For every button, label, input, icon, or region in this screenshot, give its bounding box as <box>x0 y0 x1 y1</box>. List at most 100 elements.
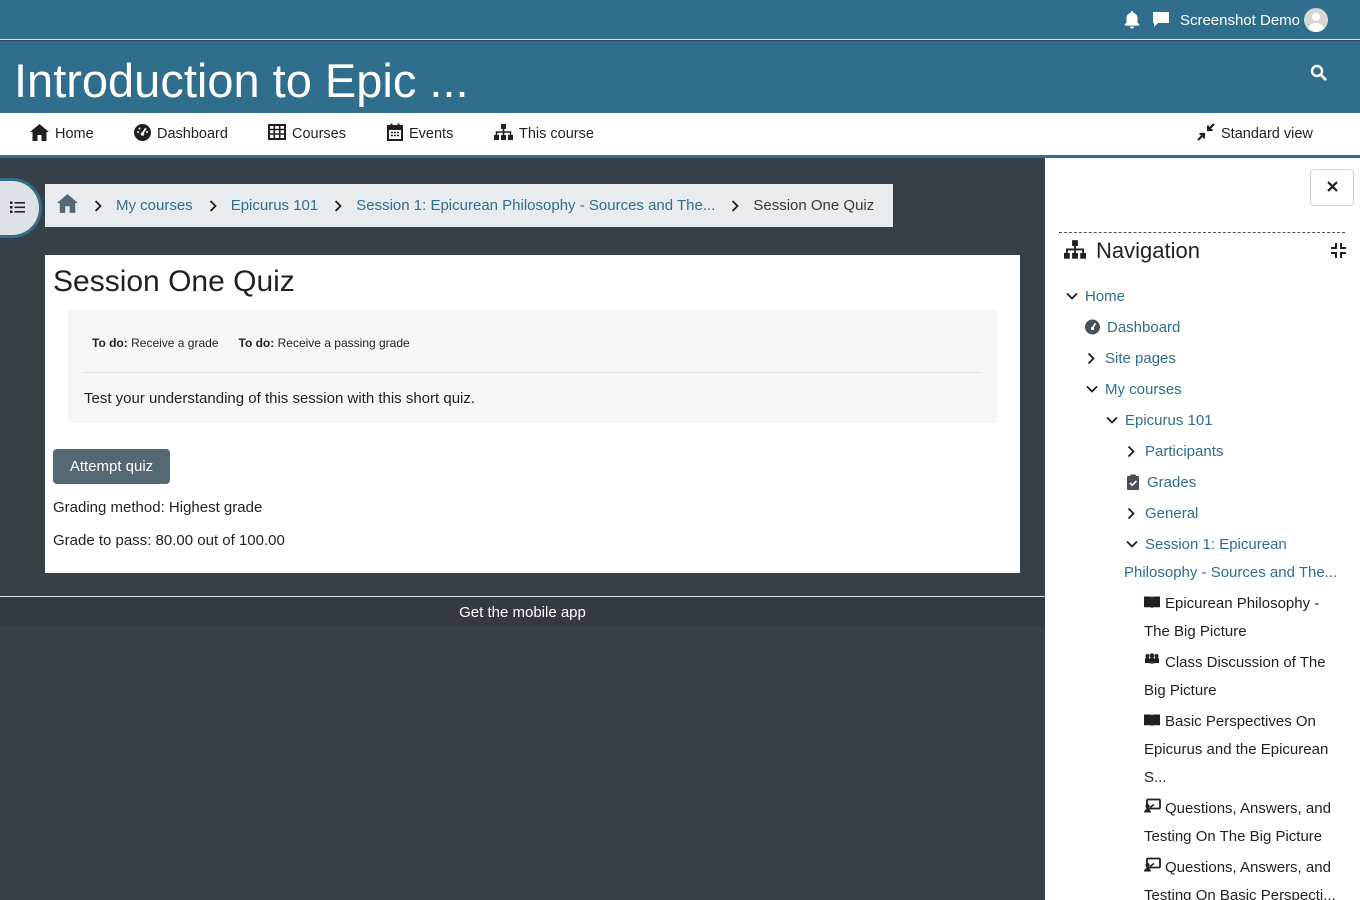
standard-view-label: Standard view <box>1221 126 1313 142</box>
tree-general[interactable]: General <box>1126 500 1198 528</box>
tree-activity-basic-perspectives-line3[interactable]: S... <box>1144 764 1167 792</box>
chevron-right-icon <box>209 199 217 212</box>
nav-courses[interactable]: Courses <box>268 113 346 155</box>
tree-site-pages[interactable]: Site pages <box>1086 345 1176 373</box>
messages-icon[interactable] <box>1152 11 1170 29</box>
chevron-down-icon <box>1086 376 1098 414</box>
page-title: Session One Quiz <box>53 265 295 298</box>
todo-label: To do: <box>238 336 275 350</box>
chevron-right-icon <box>94 199 102 212</box>
tree-epicurus-101[interactable]: Epicurus 101 <box>1106 407 1213 435</box>
breadcrumb-current: Session One Quiz <box>753 197 875 214</box>
tree-activity-qa-basic-perspectives-line2[interactable]: Testing On Basic Perspecti... <box>1144 882 1336 900</box>
block-divider <box>1059 232 1345 233</box>
tree-grades[interactable]: Grades <box>1126 469 1196 497</box>
collapse-block-icon[interactable] <box>1331 243 1346 263</box>
todo-text: Receive a grade <box>131 336 219 350</box>
search-icon[interactable] <box>1310 64 1327 86</box>
tree-activity-basic-perspectives-line2[interactable]: Epicurus and the Epicurean <box>1144 736 1328 764</box>
tree-dashboard[interactable]: Dashboard <box>1085 314 1180 342</box>
tree-home-label: Home <box>1085 288 1126 305</box>
nav-home[interactable]: Home <box>30 113 94 155</box>
tree-activity-qa-big-picture[interactable]: Questions, Answers, and <box>1144 795 1331 823</box>
tree-site-pages-label: Site pages <box>1105 350 1176 367</box>
chevron-down-icon <box>1066 283 1078 321</box>
compress-icon <box>1197 123 1221 145</box>
tree-session-1-label: Session 1: Epicurean <box>1145 536 1287 553</box>
tree-activity-class-discussion[interactable]: Class Discussion of The <box>1144 649 1326 677</box>
breadcrumb-section[interactable]: Session 1: Epicurean Philosophy - Source… <box>356 197 715 214</box>
tree-activity-label: Class Discussion of The <box>1165 654 1326 671</box>
breadcrumb: My courses Epicurus 101 Session 1: Epicu… <box>45 184 893 227</box>
course-index-toggle[interactable] <box>0 178 42 238</box>
tree-activity-label-cont: Big Picture <box>1144 682 1217 699</box>
tree-activity-label: Questions, Answers, and <box>1165 800 1331 817</box>
tree-my-courses[interactable]: My courses <box>1086 376 1182 404</box>
tree-activity-label-cont: Testing On Basic Perspecti... <box>1144 887 1336 900</box>
sitemap-icon <box>1064 240 1086 265</box>
navigation-block-title: Navigation <box>1096 238 1200 263</box>
sitemap-icon <box>494 123 519 145</box>
user-menu-area: Screenshot Demo <box>1124 0 1328 40</box>
todo-text: Receive a passing grade <box>277 336 410 350</box>
tree-activity-big-picture[interactable]: Epicurean Philosophy - <box>1144 590 1319 618</box>
tree-activity-qa-big-picture-line2[interactable]: Testing On The Big Picture <box>1144 823 1322 851</box>
tree-activity-label-cont: The Big Picture <box>1144 623 1247 640</box>
activity-info-panel: To do: Receive a grade To do: Receive a … <box>68 310 997 423</box>
nav-this-course[interactable]: This course <box>494 113 594 155</box>
grade-to-pass: Grade to pass: 80.00 out of 100.00 <box>53 532 285 549</box>
tree-dashboard-label: Dashboard <box>1107 319 1181 336</box>
divider <box>84 372 981 373</box>
nav-events[interactable]: Events <box>387 113 453 155</box>
tree-activity-label: Questions, Answers, and <box>1165 859 1331 876</box>
calendar-icon <box>387 123 409 145</box>
home-icon <box>30 123 55 145</box>
tree-grades-label: Grades <box>1147 474 1197 491</box>
attempt-quiz-button[interactable]: Attempt quiz <box>53 449 170 484</box>
tree-session-1-label-cont: Philosophy - Sources and The... <box>1124 564 1338 581</box>
notification-bell-icon[interactable] <box>1124 11 1140 29</box>
todo-label: To do: <box>92 336 128 350</box>
tree-session-1[interactable]: Session 1: Epicurean <box>1126 531 1287 559</box>
chevron-right-icon <box>334 199 343 212</box>
user-name[interactable]: Screenshot Demo <box>1180 12 1300 29</box>
courses-table-icon <box>268 124 292 144</box>
activity-description: Test your understanding of this session … <box>84 390 476 407</box>
nav-events-label: Events <box>409 126 454 142</box>
page-header: Introduction to Epic ... <box>0 41 1360 113</box>
nav-home-label: Home <box>55 126 94 142</box>
tree-session-1-line2[interactable]: Philosophy - Sources and The... <box>1124 559 1337 587</box>
tree-general-label: General <box>1145 505 1199 522</box>
tree-participants-label: Participants <box>1145 443 1224 460</box>
tree-activity-qa-basic-perspectives[interactable]: Questions, Answers, and <box>1144 854 1331 882</box>
top-bar: Screenshot Demo <box>0 0 1360 40</box>
nav-this-course-label: This course <box>519 126 594 142</box>
block-drawer: Navigation Home Dashboard Site pages My … <box>1045 158 1360 900</box>
completion-requirements: To do: Receive a grade To do: Receive a … <box>92 336 430 350</box>
chevron-down-icon <box>1106 407 1118 445</box>
breadcrumb-my-courses[interactable]: My courses <box>116 197 193 214</box>
tree-participants[interactable]: Participants <box>1126 438 1223 466</box>
tree-my-courses-label: My courses <box>1105 381 1182 398</box>
footer: Get the mobile app <box>0 597 1045 627</box>
breadcrumb-home-icon[interactable] <box>57 194 78 217</box>
nav-dashboard[interactable]: Dashboard <box>134 113 228 155</box>
user-avatar[interactable] <box>1304 8 1328 32</box>
close-icon <box>1326 179 1338 197</box>
tree-activity-class-discussion-line2[interactable]: Big Picture <box>1144 677 1217 705</box>
chevron-right-icon <box>731 199 740 212</box>
close-drawer-button[interactable] <box>1310 169 1354 206</box>
grading-method: Grading method: Highest grade <box>53 499 263 516</box>
todo-passing-grade: To do: Receive a passing grade <box>239 336 410 350</box>
tree-activity-label: Epicurean Philosophy - <box>1165 595 1320 612</box>
primary-navigation: Home Dashboard Courses Events This cours… <box>0 113 1360 158</box>
breadcrumb-course[interactable]: Epicurus 101 <box>231 197 319 214</box>
tree-home[interactable]: Home <box>1066 283 1125 311</box>
nav-dashboard-label: Dashboard <box>157 126 228 142</box>
tree-activity-basic-perspectives[interactable]: Basic Perspectives On <box>1144 708 1316 736</box>
course-title: Introduction to Epic ... <box>14 54 469 107</box>
mobile-app-link[interactable]: Get the mobile app <box>459 604 586 621</box>
standard-view-toggle[interactable]: Standard view <box>1197 113 1313 155</box>
tree-epicurus-label: Epicurus 101 <box>1125 412 1213 429</box>
tree-activity-big-picture-line2[interactable]: The Big Picture <box>1144 618 1247 646</box>
